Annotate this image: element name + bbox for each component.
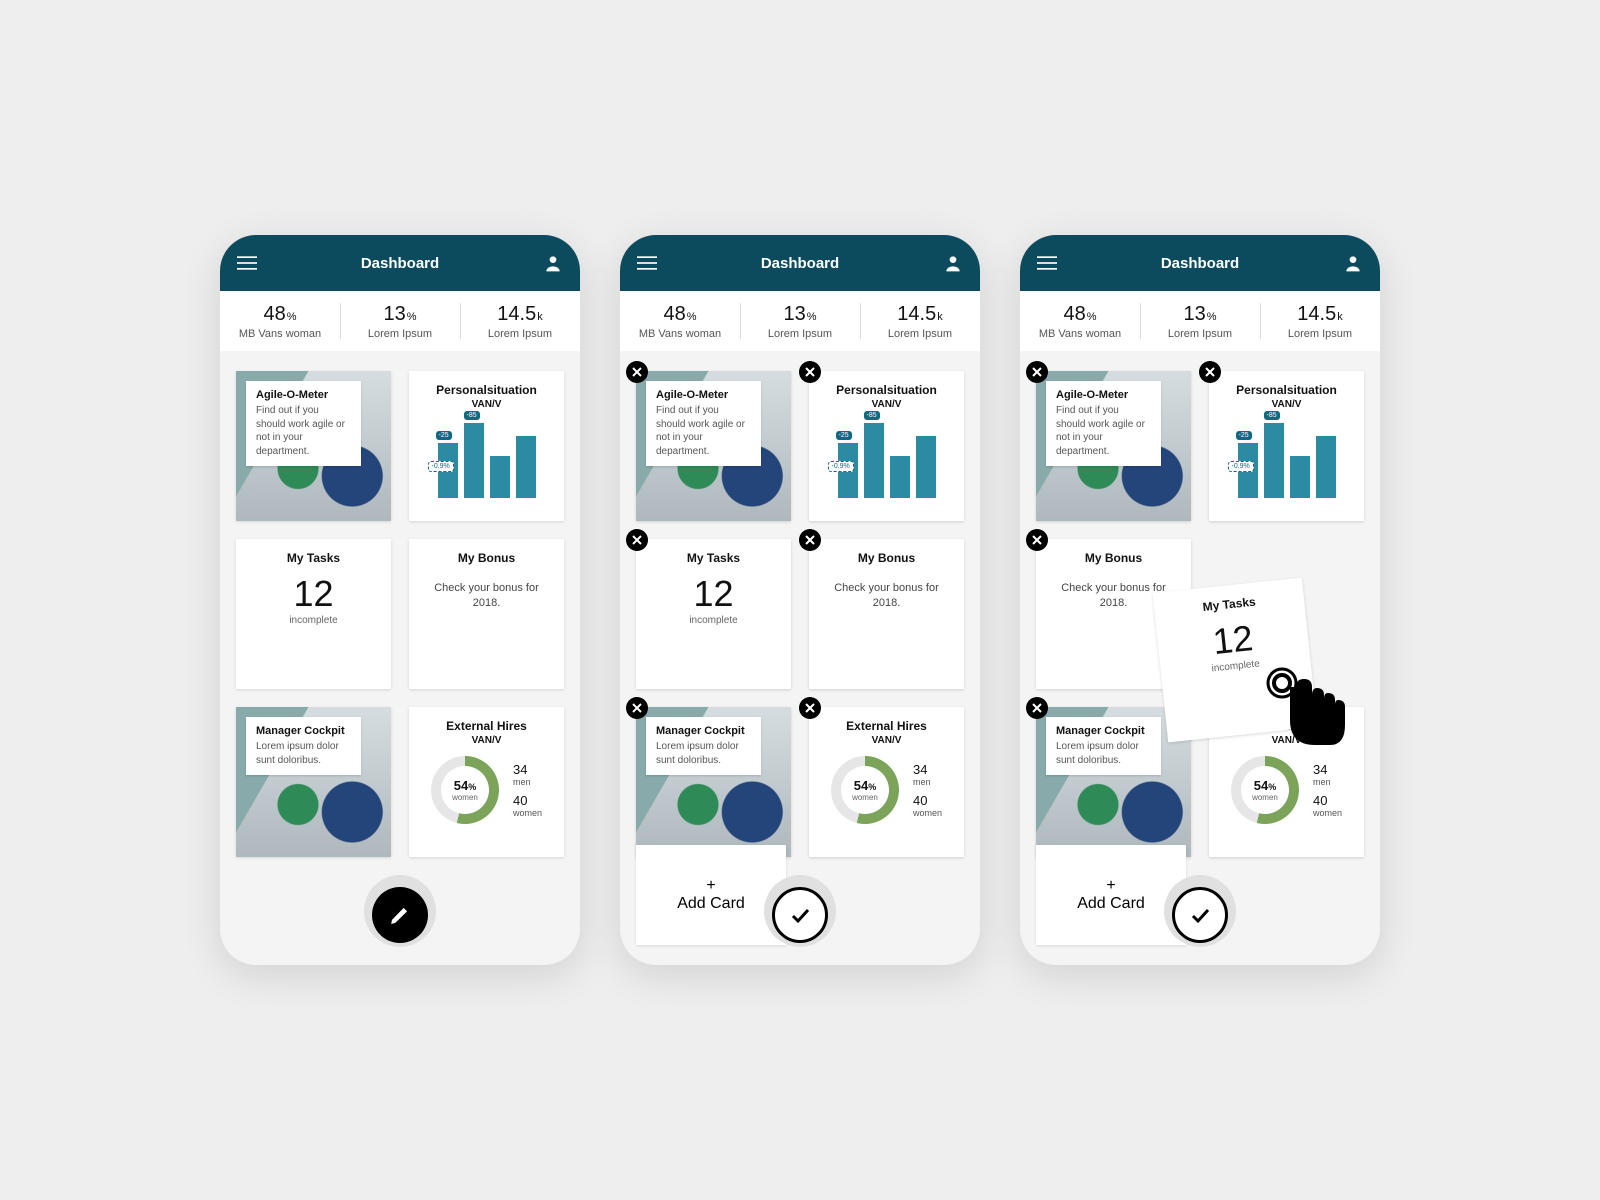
phone-view-mode: Dashboard 48% MB Vans woman 13% Lorem Ip… (220, 235, 580, 965)
card-overlay: Agile-O-Meter Find out if you should wor… (246, 381, 361, 466)
edit-button[interactable] (372, 887, 428, 943)
stat-item[interactable]: 13%Lorem Ipsum (740, 291, 860, 351)
remove-card-button[interactable] (626, 361, 648, 383)
remove-card-button[interactable] (626, 697, 648, 719)
close-icon (632, 367, 642, 377)
card-agile-o-meter[interactable]: Agile-O-Meter Find out if you should wor… (236, 371, 391, 521)
donut-chart: 54%women 34men 40women (431, 756, 542, 824)
remove-card-button[interactable] (799, 361, 821, 383)
check-icon (1188, 903, 1212, 927)
close-icon (632, 535, 642, 545)
add-card-button[interactable]: + Add Card (636, 845, 786, 945)
card-manager-cockpit[interactable]: Manager Cockpit Lorem ipsum dolor sunt d… (236, 707, 391, 857)
card-personalsituation[interactable]: Personalsituation VAN/V -25-0.9% -85 (409, 371, 564, 521)
confirm-button[interactable] (772, 887, 828, 943)
remove-card-button[interactable] (1199, 361, 1221, 383)
topbar: Dashboard (620, 235, 980, 291)
tasks-count: 12 (293, 573, 333, 615)
stat-label: MB Vans woman (239, 328, 321, 340)
pencil-icon (389, 904, 411, 926)
stat-item[interactable]: 14.5kLorem Ipsum (860, 291, 980, 351)
remove-card-button[interactable] (799, 697, 821, 719)
touch-hand-icon (1260, 665, 1360, 765)
card-my-tasks[interactable]: My Tasks 12 incomplete (236, 539, 391, 689)
stats-bar: 48%MB Vans woman 13%Lorem Ipsum 14.5kLor… (620, 291, 980, 351)
card-agile-o-meter[interactable]: Agile-O-MeterFind out if you should work… (1036, 371, 1191, 521)
remove-card-button[interactable] (1026, 361, 1048, 383)
menu-icon[interactable] (1036, 252, 1058, 274)
stat-item[interactable]: 48%MB Vans woman (620, 291, 740, 351)
bar-chart: -25-0.9% -85 (438, 418, 536, 498)
page-title: Dashboard (761, 255, 839, 272)
remove-card-button[interactable] (1026, 529, 1048, 551)
confirm-button[interactable] (1172, 887, 1228, 943)
card-personalsituation[interactable]: PersonalsituationVAN/V -25-0.9%-85 (809, 371, 964, 521)
close-icon (805, 703, 815, 713)
stat-item[interactable]: 14.5kLorem Ipsum (1260, 291, 1380, 351)
stat-item[interactable]: 48% MB Vans woman (220, 291, 340, 351)
card-agile-o-meter[interactable]: Agile-O-MeterFind out if you should work… (636, 371, 791, 521)
check-icon (788, 903, 812, 927)
profile-icon[interactable] (942, 252, 964, 274)
phone-drag-mode: Dashboard 48%MB Vans woman 13%Lorem Ipsu… (1020, 235, 1380, 965)
close-icon (1032, 367, 1042, 377)
close-icon (632, 703, 642, 713)
remove-card-button[interactable] (1026, 697, 1048, 719)
card-overlay: Manager Cockpit Lorem ipsum dolor sunt d… (246, 717, 361, 775)
card-manager-cockpit[interactable]: Manager CockpitLorem ipsum dolor sunt do… (636, 707, 791, 857)
stat-item[interactable]: 14.5k Lorem Ipsum (460, 291, 580, 351)
stat-item[interactable]: 13%Lorem Ipsum (1140, 291, 1260, 351)
topbar: Dashboard (220, 235, 580, 291)
add-card-button[interactable]: + Add Card (1036, 845, 1186, 945)
stat-item[interactable]: 48%MB Vans woman (1020, 291, 1140, 351)
card-my-bonus[interactable]: My Bonus Check your bonus for 2018. (409, 539, 564, 689)
topbar: Dashboard (1020, 235, 1380, 291)
stats-bar: 48%MB Vans woman 13%Lorem Ipsum 14.5kLor… (1020, 291, 1380, 351)
menu-icon[interactable] (236, 252, 258, 274)
stats-bar: 48% MB Vans woman 13% Lorem Ipsum 14.5k … (220, 291, 580, 351)
page-title: Dashboard (361, 255, 439, 272)
card-grid: Agile-O-Meter Find out if you should wor… (220, 351, 580, 965)
plus-icon: + (706, 877, 715, 895)
remove-card-button[interactable] (799, 529, 821, 551)
plus-icon: + (1106, 877, 1115, 895)
stat-item[interactable]: 13% Lorem Ipsum (340, 291, 460, 351)
card-my-tasks[interactable]: My Tasks12incomplete (636, 539, 791, 689)
profile-icon[interactable] (542, 252, 564, 274)
page-title: Dashboard (1161, 255, 1239, 272)
remove-card-button[interactable] (626, 529, 648, 551)
close-icon (1205, 367, 1215, 377)
close-icon (1032, 535, 1042, 545)
card-external-hires[interactable]: External Hires VAN/V 54%women 34men 40wo… (409, 707, 564, 857)
phone-edit-mode: Dashboard 48%MB Vans woman 13%Lorem Ipsu… (620, 235, 980, 965)
profile-icon[interactable] (1342, 252, 1364, 274)
card-personalsituation[interactable]: PersonalsituationVAN/V -25-0.9%-85 (1209, 371, 1364, 521)
close-icon (805, 367, 815, 377)
card-external-hires[interactable]: External HiresVAN/V 54%women34men40women (809, 707, 964, 857)
stat-value: 48 (263, 303, 285, 325)
close-icon (805, 535, 815, 545)
menu-icon[interactable] (636, 252, 658, 274)
close-icon (1032, 703, 1042, 713)
card-my-bonus[interactable]: My BonusCheck your bonus for 2018. (809, 539, 964, 689)
